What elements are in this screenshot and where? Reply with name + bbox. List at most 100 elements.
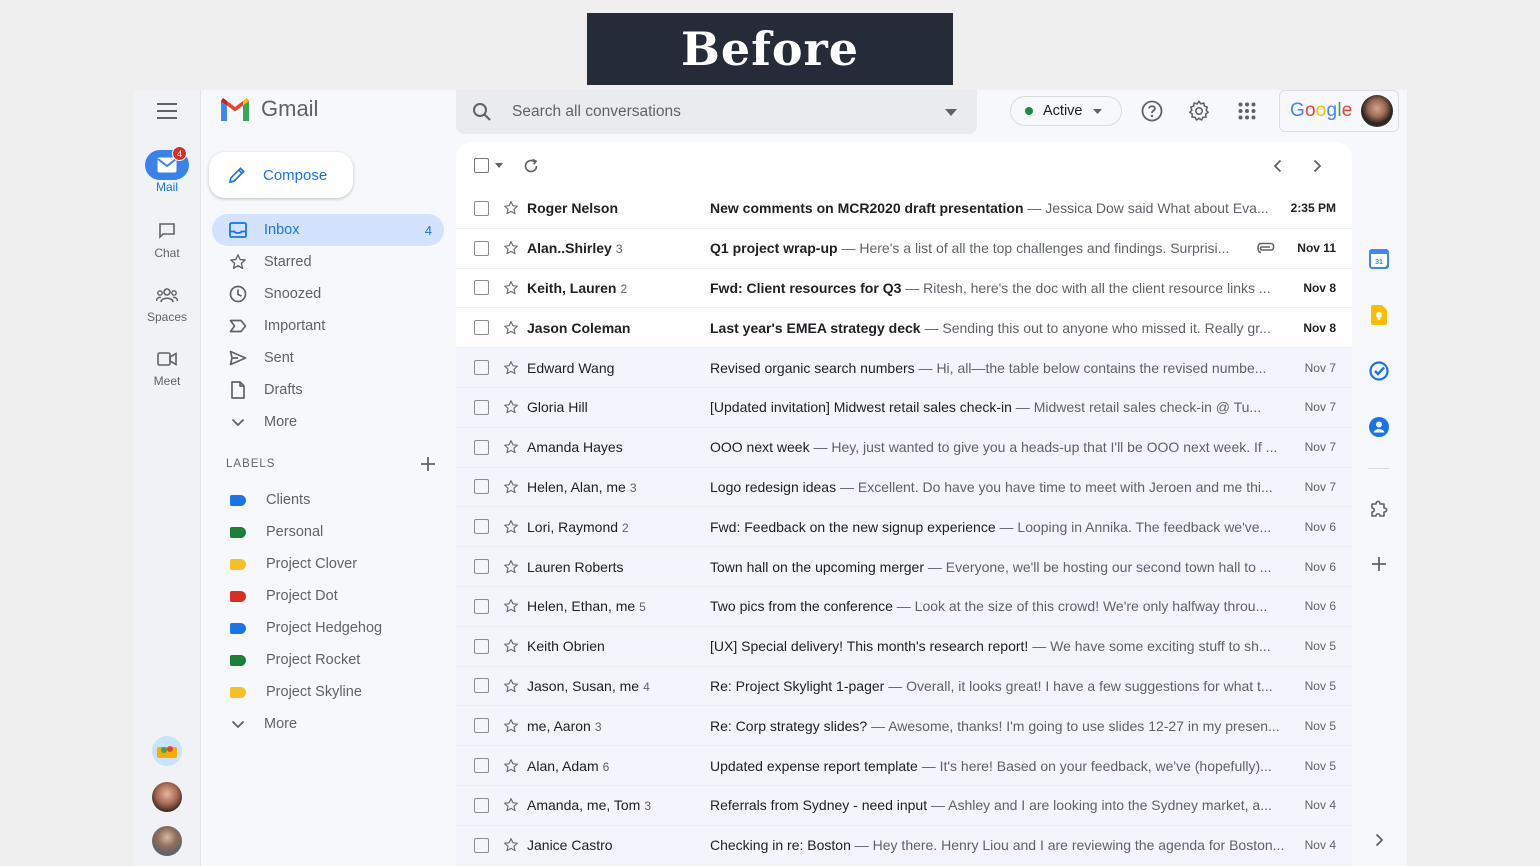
email-row[interactable]: Lauren Roberts Town hall on the upcoming … (456, 547, 1352, 587)
next-page-icon[interactable] (1313, 159, 1322, 173)
row-checkbox[interactable] (474, 559, 489, 575)
keep-icon[interactable] (1367, 303, 1391, 327)
row-checkbox[interactable] (474, 399, 489, 415)
nav-important[interactable]: Important (212, 310, 444, 342)
refresh-icon[interactable] (523, 158, 539, 174)
email-row[interactable]: Edward Wang Revised organic search number… (456, 348, 1352, 388)
star-icon[interactable] (502, 200, 519, 217)
star-icon[interactable] (502, 797, 519, 814)
calendar-icon[interactable]: 31 (1367, 247, 1391, 271)
nav-more[interactable]: More (212, 406, 444, 438)
group-avatar[interactable] (152, 736, 182, 766)
row-checkbox[interactable] (474, 519, 489, 535)
select-all-checkbox[interactable] (474, 158, 489, 173)
email-row[interactable]: Helen, Ethan, me 5 Two pics from the confe… (456, 586, 1352, 627)
star-icon[interactable] (502, 518, 519, 535)
row-checkbox[interactable] (474, 797, 489, 813)
label-item[interactable]: Project Skyline (212, 676, 444, 708)
row-checkbox[interactable] (474, 360, 489, 376)
row-checkbox[interactable] (474, 758, 489, 774)
nav-sent[interactable]: Sent (212, 342, 444, 374)
apps-grid-icon[interactable] (1234, 98, 1260, 124)
label-item[interactable]: Project Hedgehog (212, 612, 444, 644)
help-icon[interactable] (1139, 98, 1165, 124)
email-row[interactable]: Amanda, me, Tom 3 Referrals from Sydney - … (456, 785, 1352, 826)
thread-count: 4 (643, 679, 650, 694)
row-checkbox[interactable] (474, 280, 489, 296)
label-item[interactable]: Project Rocket (212, 644, 444, 676)
nav-inbox[interactable]: Inbox 4 (212, 214, 444, 246)
email-row[interactable]: me, Aaron 3 Re: Corp strategy slides? — Aw… (456, 706, 1352, 747)
search-input[interactable] (512, 103, 932, 121)
row-checkbox[interactable] (474, 638, 489, 654)
row-checkbox[interactable] (474, 837, 489, 853)
label-item[interactable]: Project Dot (212, 580, 444, 612)
row-checkbox[interactable] (474, 678, 489, 694)
star-icon[interactable] (502, 439, 519, 456)
email-row[interactable]: Jason, Susan, me 4 Re: Project Skylight 1-… (456, 666, 1352, 707)
row-checkbox[interactable] (474, 479, 489, 495)
labels-more[interactable]: More (212, 708, 444, 740)
label-item[interactable]: Personal (212, 516, 444, 548)
rail-meet[interactable]: Meet (133, 344, 201, 388)
previous-page-icon[interactable] (1273, 159, 1282, 173)
search-options-dropdown-icon[interactable] (945, 108, 957, 116)
select-dropdown-icon[interactable] (495, 163, 503, 168)
star-icon[interactable] (502, 399, 519, 416)
star-icon[interactable] (502, 598, 519, 615)
row-checkbox[interactable] (474, 240, 489, 256)
star-icon[interactable] (502, 478, 519, 495)
email-separator: — (901, 279, 924, 296)
email-row[interactable]: Alan..Shirley 3 Q1 project wrap-up — Here'… (456, 228, 1352, 269)
row-checkbox[interactable] (474, 200, 489, 216)
tasks-icon[interactable] (1367, 359, 1391, 383)
star-icon[interactable] (502, 359, 519, 376)
star-icon[interactable] (502, 558, 519, 575)
contacts-icon[interactable] (1367, 415, 1391, 439)
email-row[interactable]: Keith, Lauren 2 Fwd: Client resources for … (456, 268, 1352, 309)
add-addon-icon[interactable] (1367, 552, 1391, 576)
row-checkbox[interactable] (474, 320, 489, 336)
email-row[interactable]: Helen, Alan, me 3 Logo redesign ideas — Ex… (456, 467, 1352, 508)
nav-snoozed[interactable]: Snoozed (212, 278, 444, 310)
nav-starred[interactable]: Starred (212, 246, 444, 278)
contact-avatar-2[interactable] (152, 826, 182, 856)
main-menu-icon[interactable] (154, 100, 180, 122)
rail-mail[interactable]: 4 Mail (133, 146, 201, 194)
email-row[interactable]: Gloria Hill [Updated invitation] Midwest … (456, 387, 1352, 428)
star-icon[interactable] (502, 677, 519, 694)
email-row[interactable]: Alan, Adam 6 Updated expense report templa… (456, 746, 1352, 786)
email-row[interactable]: Keith Obrien [UX] Special delivery! This … (456, 626, 1352, 667)
search-bar[interactable] (456, 90, 977, 134)
email-row[interactable]: Jason Coleman Last year's EMEA strategy d… (456, 308, 1352, 349)
star-icon[interactable] (502, 757, 519, 774)
row-checkbox[interactable] (474, 718, 489, 734)
search-icon[interactable] (472, 102, 492, 122)
account-switcher[interactable]: Google (1279, 90, 1399, 132)
label-item[interactable]: Project Clover (212, 548, 444, 580)
star-icon[interactable] (502, 279, 519, 296)
gear-icon[interactable] (1186, 98, 1212, 124)
star-icon[interactable] (502, 837, 519, 854)
star-icon[interactable] (502, 717, 519, 734)
addons-puzzle-icon[interactable] (1367, 496, 1391, 520)
label-item[interactable]: Clients (212, 484, 444, 516)
row-checkbox[interactable] (474, 439, 489, 455)
gmail-logo[interactable]: Gmail (219, 96, 318, 122)
rail-chat[interactable]: Chat (133, 216, 201, 260)
email-row[interactable]: Amanda Hayes OOO next week — Hey, just wa… (456, 427, 1352, 468)
compose-button[interactable]: Compose (209, 152, 353, 198)
email-row[interactable]: Roger Nelson New comments on MCR2020 draf… (456, 189, 1352, 229)
email-row[interactable]: Lori, Raymond 2 Fwd: Feedback on the new s… (456, 507, 1352, 548)
email-row[interactable]: Janice Castro Checking in re: Boston — He… (456, 825, 1352, 866)
expand-panel-chevron-icon[interactable] (1367, 828, 1391, 852)
contact-avatar-1[interactable] (152, 782, 182, 812)
star-icon[interactable] (502, 638, 519, 655)
nav-drafts[interactable]: Drafts (212, 374, 444, 406)
status-selector[interactable]: Active (1010, 96, 1122, 126)
rail-spaces[interactable]: Spaces (133, 280, 201, 324)
add-label-icon[interactable] (420, 456, 436, 472)
row-checkbox[interactable] (474, 598, 489, 614)
star-icon[interactable] (502, 319, 519, 336)
star-icon[interactable] (502, 240, 519, 257)
